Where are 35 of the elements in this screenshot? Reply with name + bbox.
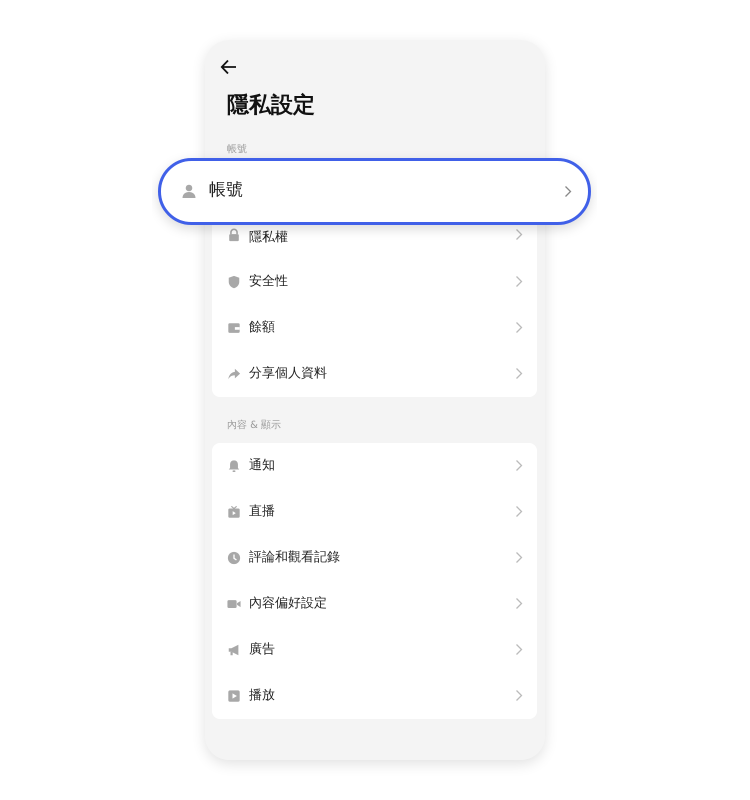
chevron-icon — [515, 551, 523, 564]
person-icon — [181, 183, 197, 200]
chevron-icon — [515, 367, 523, 380]
chevron-icon — [515, 321, 523, 334]
settings-item[interactable]: 廣告 — [212, 626, 537, 673]
settings-item[interactable]: 隱私權 — [212, 224, 537, 259]
chevron-icon — [515, 459, 523, 472]
settings-item[interactable]: 內容偏好設定 — [212, 580, 537, 627]
chevron-icon — [515, 228, 523, 241]
chevron-icon — [515, 597, 523, 610]
clock-icon — [227, 550, 241, 565]
megaphone-icon — [227, 642, 241, 657]
tv-icon — [227, 504, 241, 519]
section-label: 內容 & 顯示 — [227, 418, 282, 433]
play-icon — [227, 688, 241, 703]
shield-icon — [227, 274, 241, 289]
wallet-icon — [227, 320, 241, 335]
lock-icon — [227, 228, 241, 242]
settings-item[interactable]: 帳號 — [158, 158, 591, 225]
settings-item[interactable]: 安全性 — [212, 258, 537, 305]
share-arrow-icon — [227, 366, 241, 381]
settings-item[interactable]: 分享個人資料 — [212, 350, 537, 397]
settings-item[interactable]: 播放 — [212, 672, 537, 719]
settings-item[interactable]: 通知 — [212, 442, 537, 489]
chevron-icon — [515, 643, 523, 656]
settings-item[interactable]: 餘額 — [212, 304, 537, 351]
chevron-icon — [515, 275, 523, 288]
section-label: 帳號 — [227, 142, 248, 157]
settings-item[interactable]: 評論和觀看記錄 — [212, 534, 537, 581]
chevron-icon — [515, 505, 523, 518]
chevron-icon — [564, 184, 572, 198]
page-title: 隱私設定 — [227, 92, 316, 120]
bell-icon — [227, 458, 241, 473]
chevron-icon — [515, 689, 523, 702]
settings-item[interactable]: 直播 — [212, 488, 537, 535]
